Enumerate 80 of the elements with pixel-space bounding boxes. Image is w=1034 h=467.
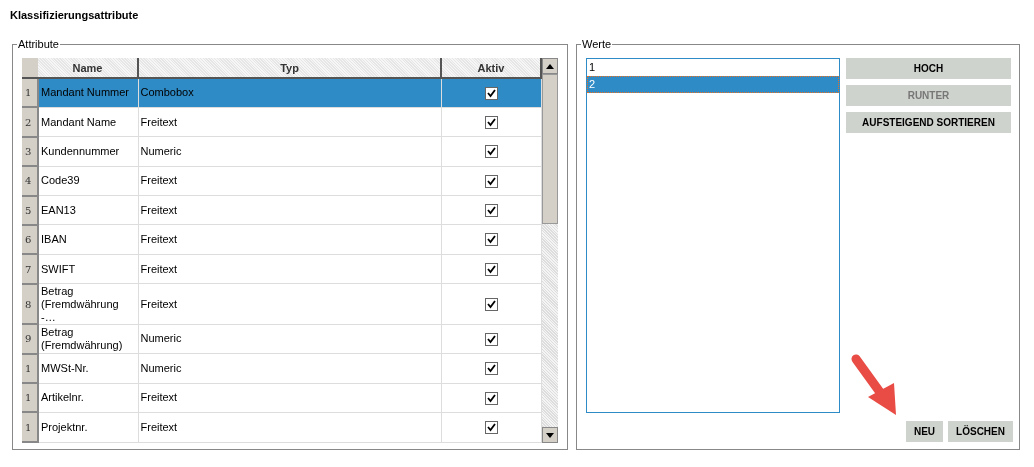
table-cell: SWIFT [38, 254, 138, 284]
checkmark-icon [485, 175, 497, 187]
scroll-down-button[interactable] [542, 427, 558, 443]
column-header[interactable]: Name [38, 58, 138, 78]
row-number: 1 [22, 412, 38, 442]
checkmark-icon [485, 298, 497, 310]
action-button[interactable]: HOCH [846, 58, 1011, 79]
corner-header [22, 58, 38, 78]
checkmark-icon [485, 392, 497, 404]
list-item[interactable]: 2 [587, 76, 839, 93]
row-number: 7 [22, 254, 38, 284]
down-triangle-icon [546, 432, 554, 438]
checkmark-icon [485, 422, 497, 433]
table-cell: Mandant Nummer [38, 78, 138, 108]
group-label: Werte [581, 38, 613, 50]
column-header[interactable]: Aktiv [441, 58, 541, 78]
row-number: 8 [22, 283, 38, 325]
group-label: Attribute [17, 38, 60, 50]
row-number: 3 [22, 136, 38, 167]
table-cell: Freitext [138, 195, 441, 225]
table-cell: Freitext [138, 224, 441, 255]
row-number: 9 [22, 324, 38, 354]
checkmark-icon [485, 146, 497, 158]
checkbox[interactable] [484, 421, 498, 434]
row-number: 1 [22, 78, 38, 108]
checkbox[interactable] [484, 145, 498, 159]
table-cell: Betrag (Fremdwährung) [38, 324, 138, 354]
row-number: 5 [22, 195, 38, 225]
action-button[interactable]: NEU [905, 421, 944, 442]
table-cell: Combobox [138, 78, 441, 108]
column-header[interactable]: Typ [138, 58, 441, 78]
page-title: Klassifizierungsattribute [10, 9, 139, 21]
checkmark-icon [485, 205, 497, 217]
checkbox[interactable] [484, 391, 498, 405]
table-cell: MWSt-Nr. [38, 353, 138, 384]
scrollbar[interactable] [542, 58, 558, 443]
table-cell: Numeric [138, 324, 441, 354]
table-cell: Code39 [38, 166, 138, 196]
checkmark-icon [485, 333, 497, 345]
checkmark-icon [485, 363, 497, 375]
table-cell: Freitext [138, 383, 441, 413]
checkbox[interactable] [484, 174, 498, 188]
table-cell: Freitext [138, 107, 441, 137]
table-cell: IBAN [38, 224, 138, 255]
table-cell: Kundennummer [38, 136, 138, 167]
checkmark-icon [485, 87, 497, 99]
up-triangle-icon [546, 63, 554, 69]
table-cell: Projektnr. [38, 412, 138, 442]
table-cell: Freitext [138, 412, 441, 442]
table-cell: EAN13 [38, 195, 138, 225]
checkbox[interactable] [484, 115, 498, 129]
row-number: 6 [22, 224, 38, 255]
checkmark-icon [485, 234, 497, 246]
checkbox[interactable] [484, 362, 498, 376]
scroll-thumb[interactable] [542, 74, 558, 224]
checkmark-icon [485, 263, 497, 275]
checkbox[interactable] [484, 332, 498, 346]
table-cell: Mandant Name [38, 107, 138, 137]
table-cell: Betrag (Fremdwährung -… [38, 283, 138, 325]
values-list[interactable]: 1 2 [586, 58, 840, 413]
table-cell: Freitext [138, 166, 441, 196]
table-cell: Numeric [138, 353, 441, 384]
checkbox[interactable] [484, 204, 498, 218]
table-cell: Freitext [138, 254, 441, 284]
scroll-up-button[interactable] [542, 58, 558, 74]
checkbox[interactable] [484, 233, 498, 247]
action-button[interactable]: AUFSTEIGEND SORTIEREN [846, 112, 1011, 133]
table-cell: Freitext [138, 283, 441, 325]
row-number: 2 [22, 107, 38, 137]
checkbox[interactable] [484, 262, 498, 276]
list-item[interactable]: 1 [587, 59, 839, 76]
row-number: 4 [22, 166, 38, 196]
table-cell: Artikelnr. [38, 383, 138, 413]
row-number: 1 [22, 383, 38, 413]
checkmark-icon [485, 116, 497, 128]
table-cell: Numeric [138, 136, 441, 167]
row-number: 1 [22, 353, 38, 384]
checkbox[interactable] [484, 86, 498, 100]
action-button[interactable]: LÖSCHEN [948, 421, 1013, 442]
checkbox[interactable] [484, 297, 498, 311]
